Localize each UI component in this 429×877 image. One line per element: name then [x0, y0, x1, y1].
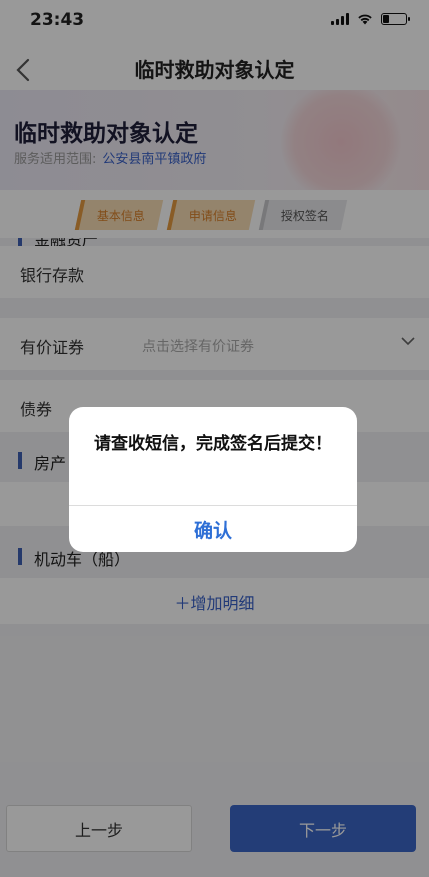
dialog-message: 请查收短信，完成签名后提交！ — [94, 434, 332, 454]
alert-dialog: 请查收短信，完成签名后提交！ 确认 — [69, 407, 357, 552]
confirm-button[interactable]: 确认 — [69, 506, 357, 552]
